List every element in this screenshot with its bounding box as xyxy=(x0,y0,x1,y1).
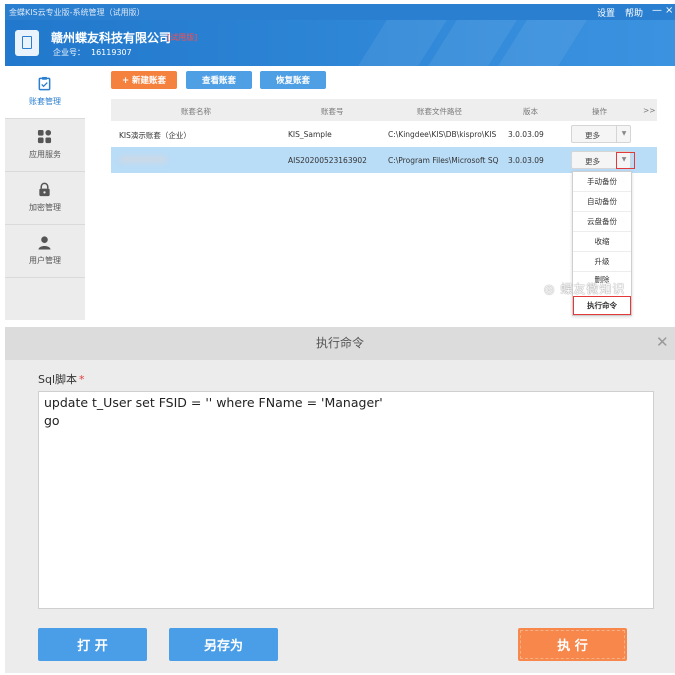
sidebar: 账套管理 应用服务 加密管理 用户管理 xyxy=(5,66,85,320)
sql-label-text: Sql脚本 xyxy=(38,373,78,386)
menu-item-manual-backup[interactable]: 手动备份 xyxy=(573,172,631,192)
column-header-version: 版本 xyxy=(523,107,538,116)
minimize-button[interactable]: — xyxy=(652,5,662,16)
window-title: 金蝶KIS云专业版-系统管理（试用版） xyxy=(9,8,145,17)
cell-code: KIS_Sample xyxy=(288,130,332,139)
sidebar-item-encryption[interactable]: 加密管理 xyxy=(5,172,85,224)
table-header: 账套名称 账套号 账套文件路径 版本 操作 >> xyxy=(111,99,657,121)
scroll-columns-button[interactable]: >> xyxy=(643,106,656,115)
sql-script-label: Sql脚本 * xyxy=(38,371,85,387)
title-bar: 金蝶KIS云专业版-系统管理（试用版） 设置 帮助 — × xyxy=(5,4,675,20)
more-label: 更多 xyxy=(585,131,600,140)
sql-line: go xyxy=(44,413,60,428)
cell-version: 3.0.03.09 xyxy=(508,156,544,165)
required-mark: * xyxy=(79,373,85,386)
cell-path: C:\Kingdee\KIS\DB\kispro\KIS xyxy=(388,130,497,139)
highlight-box xyxy=(616,152,635,169)
new-account-set-button[interactable]: + 新建账套 xyxy=(111,71,177,89)
account-number-value: 16119307 xyxy=(91,48,132,57)
user-icon xyxy=(38,236,51,250)
execute-command-dialog: 执行命令 ✕ Sql脚本 * update t_User set FSID = '… xyxy=(5,327,675,673)
sql-line: update t_User set FSID = '' where FName … xyxy=(44,395,383,410)
more-label: 更多 xyxy=(585,157,600,166)
account-number: 企业号： 16119307 xyxy=(53,47,132,58)
column-header-action: 操作 xyxy=(592,107,607,116)
help-link[interactable]: 帮助 xyxy=(625,6,643,19)
lock-icon xyxy=(39,182,50,197)
sql-script-input[interactable]: update t_User set FSID = '' where FName … xyxy=(38,391,654,609)
more-actions-button[interactable]: 更多 ▼ xyxy=(571,125,631,143)
wechat-icon: ◎ xyxy=(544,282,556,296)
watermark-text: 蝶友微知识 xyxy=(560,282,626,296)
restore-account-set-button[interactable]: 恢复账套 xyxy=(260,71,326,89)
cell-path: C:\Program Files\Microsoft SQ xyxy=(388,156,499,165)
chevron-down-icon[interactable]: ▼ xyxy=(616,126,631,142)
app-header: 赣州蝶友科技有限公司 [试用版] 企业号： 16119307 xyxy=(5,20,675,66)
cell-code: AIS20200523163902 xyxy=(288,156,367,165)
column-header-name: 账套名称 xyxy=(181,107,211,116)
save-as-button[interactable]: 另存为 xyxy=(169,628,278,661)
view-account-set-button[interactable]: 查看账套 xyxy=(186,71,252,89)
account-set-icon xyxy=(38,76,51,91)
sidebar-item-account-sets[interactable]: 账套管理 xyxy=(5,66,85,118)
settings-link[interactable]: 设置 xyxy=(597,6,615,19)
menu-item-shrink[interactable]: 收缩 xyxy=(573,232,631,252)
trial-badge: [试用版] xyxy=(167,33,198,42)
column-header-code: 账套号 xyxy=(321,107,344,116)
cell-version: 3.0.03.09 xyxy=(508,130,544,139)
blurred-account-name xyxy=(119,155,167,164)
close-window-button[interactable]: × xyxy=(665,5,673,16)
sidebar-item-label: 加密管理 xyxy=(29,203,61,212)
column-header-path: 账套文件路径 xyxy=(417,107,462,116)
table-row[interactable]: KIS演示账套（企业） KIS_Sample C:\Kingdee\KIS\DB… xyxy=(111,121,657,147)
sidebar-item-label: 应用服务 xyxy=(29,150,61,159)
menu-item-cloud-backup[interactable]: 云盘备份 xyxy=(573,212,631,232)
menu-item-upgrade[interactable]: 升级 xyxy=(573,252,631,272)
table-row[interactable]: AIS20200523163902 C:\Program Files\Micro… xyxy=(111,147,657,173)
account-number-label: 企业号： xyxy=(53,48,85,57)
dialog-title: 执行命令 xyxy=(5,327,675,360)
close-icon[interactable]: ✕ xyxy=(656,335,669,350)
menu-item-execute-command[interactable]: 执行命令 xyxy=(573,296,631,315)
sidebar-item-app-services[interactable]: 应用服务 xyxy=(5,119,85,171)
company-logo-icon xyxy=(15,30,39,56)
execute-button[interactable]: 执 行 xyxy=(518,628,627,661)
apps-grid-icon xyxy=(37,129,52,144)
cell-name: KIS演示账套（企业） xyxy=(119,131,191,140)
menu-item-auto-backup[interactable]: 自动备份 xyxy=(573,192,631,212)
sidebar-item-users[interactable]: 用户管理 xyxy=(5,225,85,277)
sidebar-item-label: 账套管理 xyxy=(29,97,61,106)
watermark: ◎ 蝶友微知识 xyxy=(544,280,625,297)
company-name: 赣州蝶友科技有限公司 xyxy=(51,31,172,45)
sidebar-divider xyxy=(5,277,85,278)
sidebar-item-label: 用户管理 xyxy=(29,256,61,265)
open-button[interactable]: 打 开 xyxy=(38,628,147,661)
